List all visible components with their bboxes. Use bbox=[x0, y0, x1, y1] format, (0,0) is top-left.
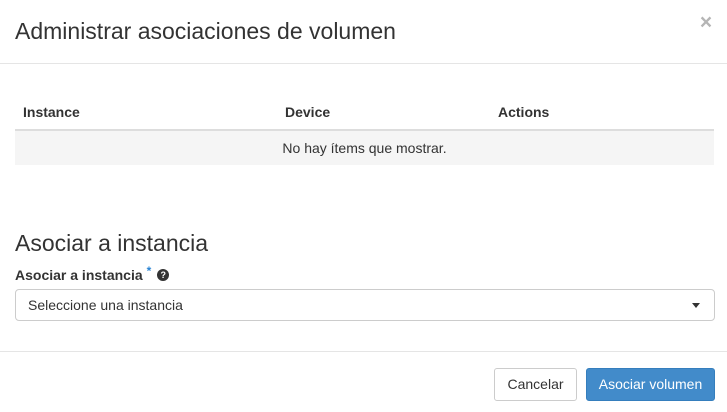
column-header-actions: Actions bbox=[490, 94, 714, 131]
manage-attachments-dialog: Administrar asociaciones de volumen × In… bbox=[0, 0, 727, 412]
instance-field-label: Asociar a instancia * ? bbox=[15, 264, 170, 285]
table-header-row: Instance Device Actions bbox=[15, 94, 714, 131]
caret-down-icon bbox=[692, 303, 700, 308]
required-marker: * bbox=[146, 264, 152, 278]
table-empty-row: No hay ítems que mostrar. bbox=[15, 130, 714, 165]
instance-field-label-text: Asociar a instancia bbox=[15, 267, 143, 283]
column-header-device: Device bbox=[277, 94, 490, 131]
dialog-title: Administrar asociaciones de volumen bbox=[15, 18, 396, 44]
close-button[interactable]: × bbox=[698, 12, 714, 34]
attachments-table: Instance Device Actions No hay ítems que… bbox=[15, 94, 714, 165]
dialog-header: Administrar asociaciones de volumen × bbox=[0, 0, 727, 64]
attachments-table-container: Instance Device Actions No hay ítems que… bbox=[15, 94, 714, 165]
attach-section-heading: Asociar a instancia bbox=[15, 230, 209, 256]
question-circle-icon[interactable]: ? bbox=[157, 269, 170, 281]
close-icon: × bbox=[699, 11, 713, 34]
instance-select[interactable]: Seleccione una instancia bbox=[15, 289, 715, 321]
instance-select-value: Seleccione una instancia bbox=[28, 297, 183, 313]
attach-volume-button[interactable]: Asociar volumen bbox=[586, 368, 715, 401]
column-header-instance: Instance bbox=[15, 94, 277, 131]
dialog-footer: Cancelar Asociar volumen bbox=[0, 351, 727, 412]
cancel-button[interactable]: Cancelar bbox=[494, 368, 577, 401]
table-empty-message: No hay ítems que mostrar. bbox=[15, 130, 714, 165]
